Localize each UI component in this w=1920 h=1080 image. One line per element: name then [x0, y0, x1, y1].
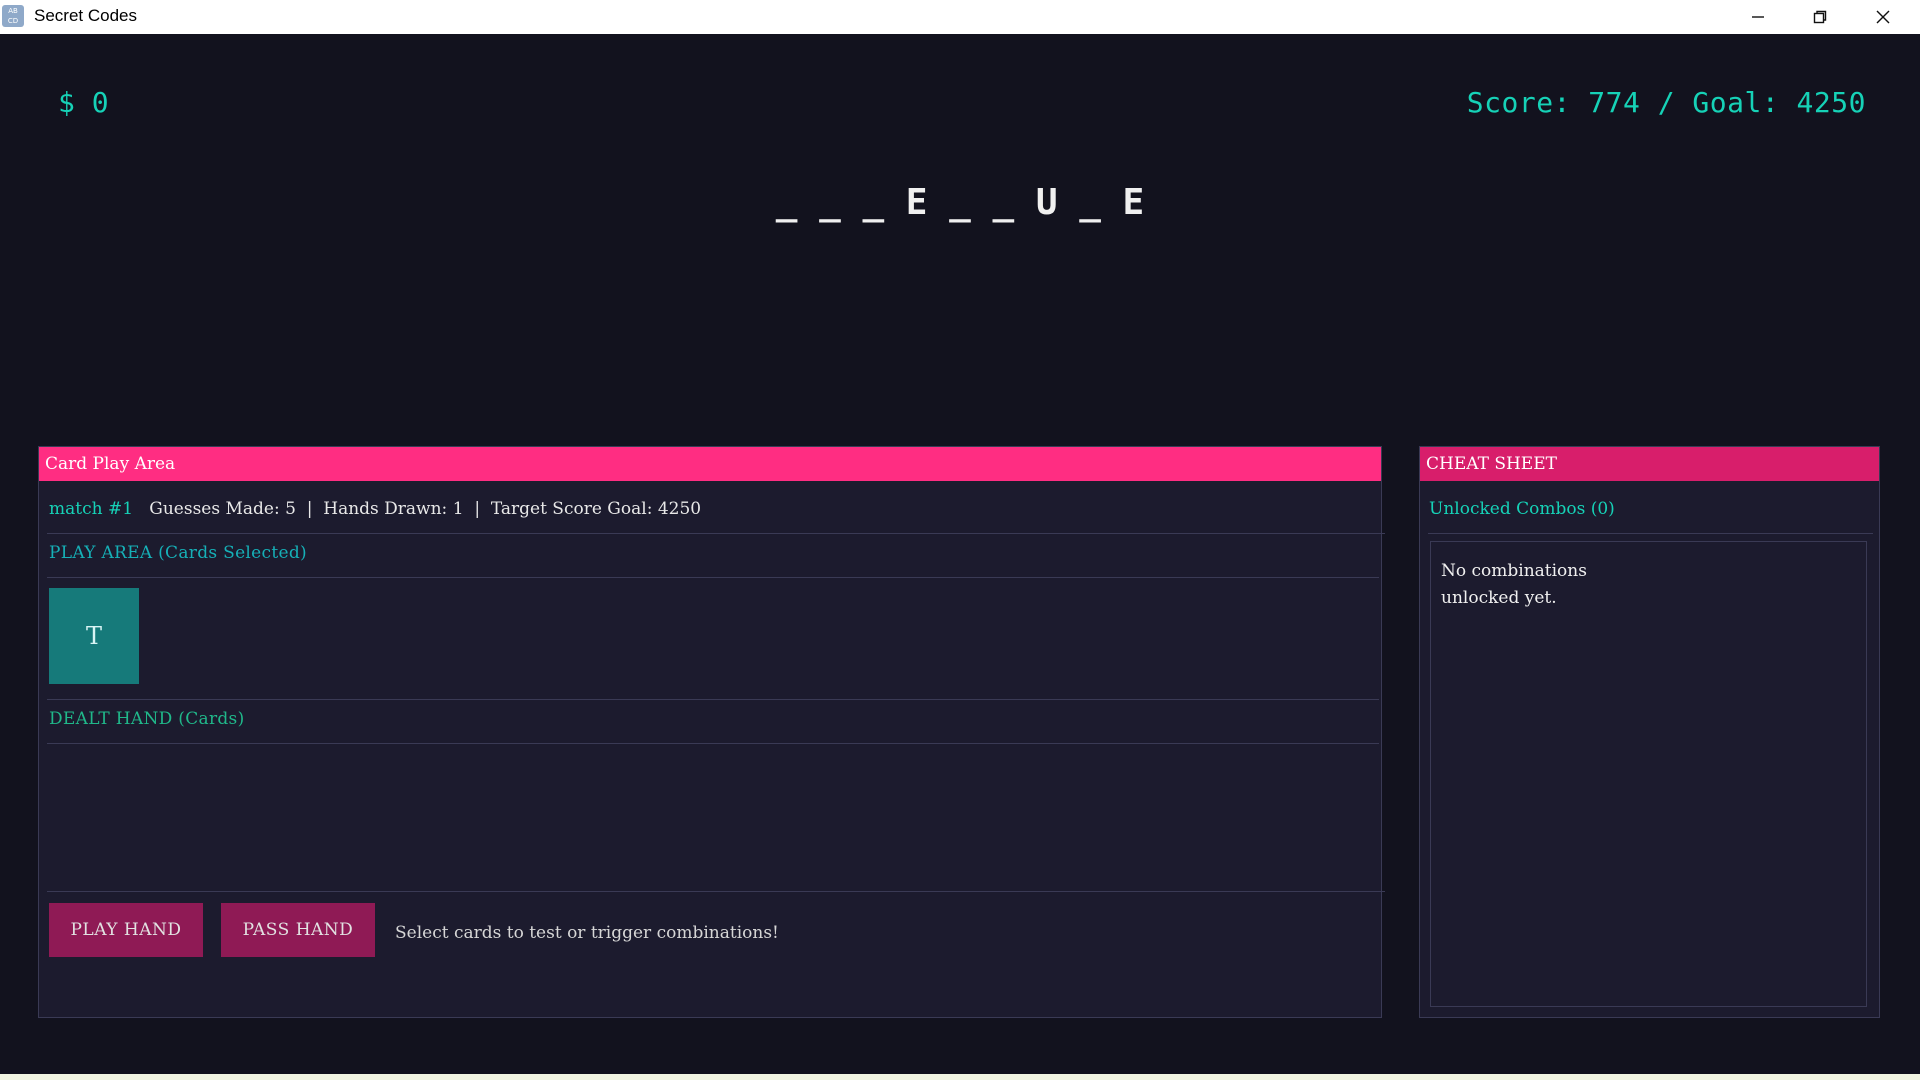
- divider: [47, 577, 1379, 578]
- match-stats: Guesses Made: 5 | Hands Drawn: 1 | Targe…: [149, 499, 702, 519]
- selected-card[interactable]: T: [49, 588, 139, 684]
- match-info-row: match #1 Guesses Made: 5 | Hands Drawn: …: [49, 499, 701, 519]
- dealt-hand-label: DEALT HAND (Cards): [49, 709, 245, 729]
- play-hand-button[interactable]: PLAY HAND: [49, 903, 203, 957]
- secret-word: _ _ _ E _ _ U _ E: [775, 182, 1145, 223]
- divider: [47, 533, 1385, 534]
- dealt-hand-area: [47, 745, 1379, 889]
- minimize-icon: [1752, 16, 1764, 18]
- cheat-sheet-header: CHEAT SHEET: [1420, 447, 1879, 481]
- unlocked-combos-title: Unlocked Combos (0): [1429, 499, 1615, 519]
- window-title: Secret Codes: [34, 6, 137, 25]
- card-play-area-header: Card Play Area: [39, 447, 1381, 481]
- pass-hand-button[interactable]: PASS HAND: [221, 903, 375, 957]
- card-play-area-panel: Card Play Area match #1 Guesses Made: 5 …: [38, 446, 1385, 1018]
- play-area-label: PLAY AREA (Cards Selected): [49, 543, 307, 563]
- restore-button[interactable]: [1789, 0, 1851, 34]
- hint-text: Select cards to test or trigger combinat…: [395, 923, 779, 943]
- close-icon: [1876, 10, 1890, 24]
- restore-icon: [1813, 10, 1827, 24]
- app-icon: AB CD: [2, 5, 24, 27]
- divider: [1428, 533, 1873, 534]
- match-label: match #1: [49, 499, 134, 519]
- divider: [47, 743, 1379, 744]
- bottom-edge: [0, 1074, 1920, 1080]
- minimize-button[interactable]: [1727, 0, 1789, 34]
- divider: [47, 891, 1385, 892]
- close-button[interactable]: [1852, 0, 1914, 34]
- cheat-sheet-panel: CHEAT SHEET Unlocked Combos (0) No combi…: [1419, 446, 1880, 1018]
- combos-list[interactable]: No combinations unlocked yet.: [1430, 541, 1867, 1007]
- divider: [47, 699, 1379, 700]
- combos-empty-message: No combinations unlocked yet.: [1441, 561, 1587, 608]
- window-title-bar: AB CD Secret Codes: [0, 0, 1920, 34]
- score-display: Score: 774 / Goal: 4250: [1466, 86, 1866, 119]
- money-counter: $ 0: [58, 86, 109, 119]
